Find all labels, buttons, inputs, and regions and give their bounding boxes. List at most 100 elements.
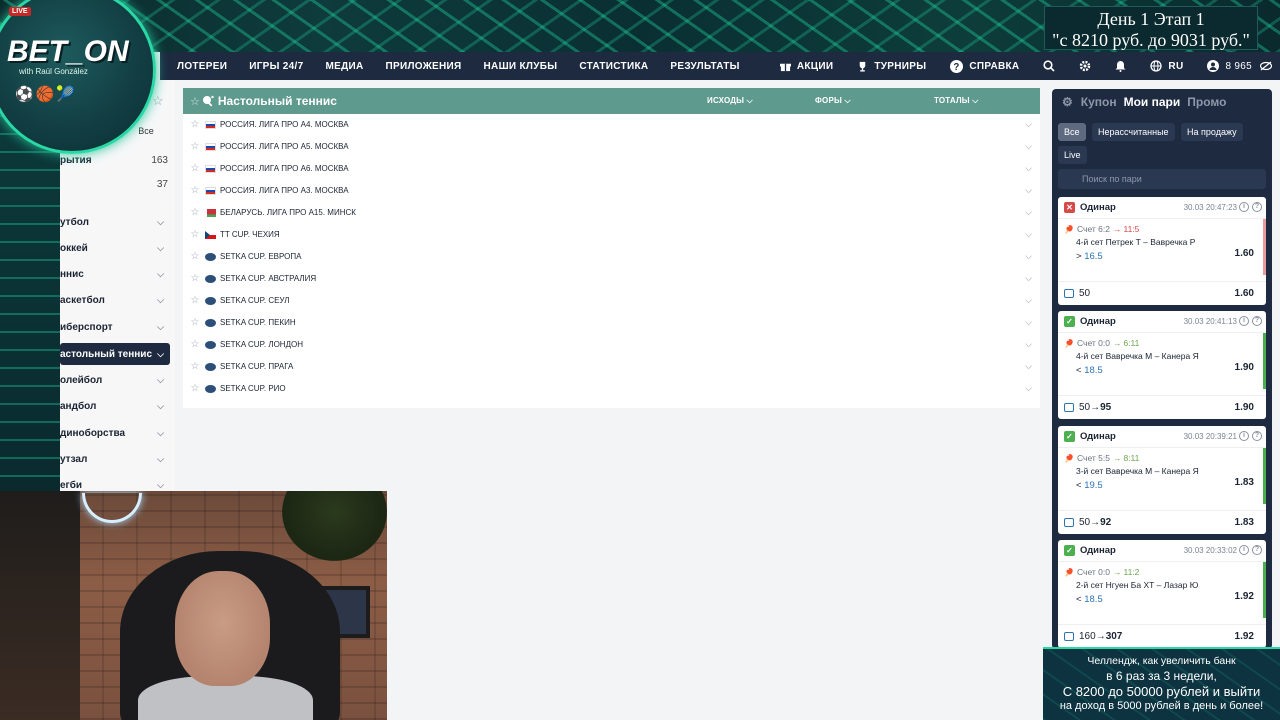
bet-card[interactable]: ✓ Одинар 30.03 20:41:13 i? 🏓 Счет 0:0 → 6:11 4-й… bbox=[1058, 311, 1266, 419]
tournaments-link[interactable]: ТУРНИРЫ bbox=[845, 61, 938, 72]
events-row[interactable]: рытия 163 bbox=[60, 155, 168, 171]
league-row[interactable]: ☆ SETKA CUP. РИО ⌵ bbox=[183, 378, 1040, 400]
chevron-down-icon[interactable]: ⌵ bbox=[1025, 185, 1032, 196]
other-row[interactable]: 37 bbox=[60, 179, 168, 195]
status-bar bbox=[1263, 448, 1266, 504]
check-icon: ✓ bbox=[1064, 431, 1075, 442]
info-icon[interactable]: i bbox=[1239, 316, 1249, 326]
settings-button[interactable] bbox=[1067, 60, 1103, 72]
league-row[interactable]: ☆ РОССИЯ. ЛИГА ПРО А5. МОСКВА ⌵ bbox=[183, 136, 1040, 158]
tab-promo[interactable]: Промо bbox=[1187, 95, 1226, 109]
nav-apps[interactable]: ПРИЛОЖЕНИЯ bbox=[375, 61, 473, 72]
bet-match: 2-й сет Нгуен Ба ХТ – Лазар Ю bbox=[1076, 580, 1199, 590]
info-icon[interactable]: i bbox=[1239, 202, 1249, 212]
league-star-icon[interactable]: ☆ bbox=[185, 251, 205, 262]
promo-link[interactable]: АКЦИИ bbox=[768, 61, 846, 72]
help-icon[interactable]: ? bbox=[1252, 431, 1262, 441]
chevron-down-icon[interactable]: ⌵ bbox=[1025, 295, 1032, 306]
sidebar-sport-item[interactable]: аскетбол ⌵ bbox=[60, 289, 170, 311]
league-star-icon[interactable]: ☆ bbox=[185, 361, 205, 372]
totals-label: ТОТАЛЫ bbox=[934, 96, 970, 105]
league-row[interactable]: ☆ SETKA CUP. ПЕКИН ⌵ bbox=[183, 312, 1040, 334]
handicaps-column[interactable]: ФОРЫ ⌵ bbox=[815, 96, 851, 106]
info-icon[interactable]: i bbox=[1239, 431, 1249, 441]
bet-footer: 50 → 92 1.83 bbox=[1058, 510, 1266, 534]
nav-stats[interactable]: СТАТИСТИКА bbox=[568, 61, 659, 72]
league-star-icon[interactable]: ☆ bbox=[185, 339, 205, 350]
sidebar-sport-item[interactable]: утзал ⌵ bbox=[60, 448, 170, 470]
filter-chip-unsettled[interactable]: Нерассчитанные bbox=[1091, 123, 1175, 141]
league-star-icon[interactable]: ☆ bbox=[185, 383, 205, 394]
search-button[interactable] bbox=[1031, 60, 1067, 72]
chevron-down-icon[interactable]: ⌵ bbox=[1025, 383, 1032, 394]
league-star-icon[interactable]: ☆ bbox=[185, 119, 205, 130]
league-star-icon[interactable]: ☆ bbox=[185, 141, 205, 152]
league-star-icon[interactable]: ☆ bbox=[185, 185, 205, 196]
sidebar-sport-item[interactable]: оккей ⌵ bbox=[60, 237, 170, 259]
league-star-icon[interactable]: ☆ bbox=[185, 295, 205, 306]
sidebar-sport-item[interactable]: иберспорт ⌵ bbox=[60, 316, 170, 338]
chevron-down-icon[interactable]: ⌵ bbox=[1025, 317, 1032, 328]
favorite-sport-star-icon[interactable]: ☆ bbox=[190, 95, 200, 108]
account-balance[interactable]: 8 965 bbox=[1195, 60, 1256, 72]
league-row[interactable]: ☆ РОССИЯ. ЛИГА ПРО А6. МОСКВА ⌵ bbox=[183, 158, 1040, 180]
chevron-down-icon[interactable]: ⌵ bbox=[1025, 251, 1032, 262]
league-star-icon[interactable]: ☆ bbox=[185, 163, 205, 174]
help-icon[interactable]: ? bbox=[1252, 316, 1262, 326]
bet-search-input[interactable] bbox=[1058, 169, 1266, 189]
hide-balance-button[interactable] bbox=[1256, 61, 1280, 71]
filter-chip-for-sale[interactable]: На продажу bbox=[1181, 123, 1243, 141]
league-row[interactable]: ☆ SETKA CUP. СЕУЛ ⌵ bbox=[183, 290, 1040, 312]
chevron-down-icon[interactable]: ⌵ bbox=[1025, 229, 1032, 240]
chevron-down-icon[interactable]: ⌵ bbox=[1025, 163, 1032, 174]
chevron-down-icon[interactable]: ⌵ bbox=[1025, 339, 1032, 350]
league-star-icon[interactable]: ☆ bbox=[185, 207, 205, 218]
help-icon[interactable]: ? bbox=[1252, 202, 1262, 212]
language-selector[interactable]: RU bbox=[1138, 60, 1195, 72]
help-icon[interactable]: ? bbox=[1252, 545, 1262, 555]
league-row[interactable]: ☆ SETKA CUP. АВСТРАЛИЯ ⌵ bbox=[183, 268, 1040, 290]
league-row[interactable]: ☆ TT CUP. ЧЕХИЯ ⌵ bbox=[183, 224, 1040, 246]
filter-chip-live[interactable]: Live bbox=[1058, 146, 1087, 164]
help-link[interactable]: ? СПРАВКА bbox=[938, 59, 1031, 73]
score-final: 11:2 bbox=[1123, 567, 1140, 577]
bet-card[interactable]: ✕ Одинар 30.03 20:47:23 i? 🏓 Счет 6:2 → 11:5 4-й… bbox=[1058, 197, 1266, 305]
favorites-star-icon[interactable]: ☆ bbox=[152, 93, 164, 109]
bet-card[interactable]: ✓ Одинар 30.03 20:39:21 i? 🏓 Счет 5:5 → 8:11 3-й… bbox=[1058, 426, 1266, 534]
totals-column[interactable]: ТОТАЛЫ ⌵ bbox=[934, 96, 979, 106]
tab-coupon[interactable]: Купон bbox=[1081, 95, 1117, 109]
league-star-icon[interactable]: ☆ bbox=[185, 317, 205, 328]
league-row[interactable]: ☆ БЕЛАРУСЬ. ЛИГА ПРО А15. МИНСК ⌵ bbox=[183, 202, 1040, 224]
tab-my-bets[interactable]: Мои пари bbox=[1124, 95, 1181, 109]
chevron-down-icon[interactable]: ⌵ bbox=[1025, 273, 1032, 284]
chevron-down-icon[interactable]: ⌵ bbox=[1025, 207, 1032, 218]
filter-chip-all[interactable]: Все bbox=[1058, 123, 1086, 141]
league-star-icon[interactable]: ☆ bbox=[185, 273, 205, 284]
chevron-down-icon[interactable]: ⌵ bbox=[1025, 119, 1032, 130]
chevron-down-icon[interactable]: ⌵ bbox=[1025, 361, 1032, 372]
notifications-button[interactable] bbox=[1103, 60, 1138, 72]
sidebar-sport-item[interactable]: астольный теннис ⌵ bbox=[60, 343, 170, 365]
nav-lotteries[interactable]: ЛОТЕРЕИ bbox=[160, 61, 238, 72]
nav-media[interactable]: МЕДИА bbox=[314, 61, 374, 72]
league-row[interactable]: ☆ SETKA CUP. ПРАГА ⌵ bbox=[183, 356, 1040, 378]
nav-clubs[interactable]: НАШИ КЛУБЫ bbox=[473, 61, 569, 72]
chevron-down-icon[interactable]: ⌵ bbox=[1025, 141, 1032, 152]
sidebar-sport-item[interactable]: ннис ⌵ bbox=[60, 263, 170, 285]
league-row[interactable]: ☆ SETKA CUP. ЕВРОПА ⌵ bbox=[183, 246, 1040, 268]
sidebar-sport-item[interactable]: утбол ⌵ bbox=[60, 211, 170, 233]
nav-results[interactable]: РЕЗУЛЬТАТЫ bbox=[659, 61, 750, 72]
nav-games[interactable]: ИГРЫ 24/7 bbox=[238, 61, 314, 72]
bet-card[interactable]: ✓ Одинар 30.03 20:33:02 i? 🏓 Счет 0:0 → 11:2 2-й… bbox=[1058, 540, 1266, 648]
league-row[interactable]: ☆ РОССИЯ. ЛИГА ПРО А3. МОСКВА ⌵ bbox=[183, 180, 1040, 202]
info-icon[interactable]: i bbox=[1239, 545, 1249, 555]
league-star-icon[interactable]: ☆ bbox=[185, 229, 205, 240]
coupon-gear-icon[interactable]: ⚙ bbox=[1062, 95, 1073, 109]
league-row[interactable]: ☆ РОССИЯ. ЛИГА ПРО А4. МОСКВА ⌵ bbox=[183, 114, 1040, 136]
outcomes-column[interactable]: ИСХОДЫ ⌵ bbox=[707, 96, 753, 106]
filter-all[interactable]: Все bbox=[132, 123, 160, 139]
league-row[interactable]: ☆ SETKA CUP. ЛОНДОН ⌵ bbox=[183, 334, 1040, 356]
sidebar-sport-item[interactable]: андбол ⌵ bbox=[60, 395, 170, 417]
sidebar-sport-item[interactable]: олейбол ⌵ bbox=[60, 369, 170, 391]
sidebar-sport-item[interactable]: диноборства ⌵ bbox=[60, 422, 170, 444]
